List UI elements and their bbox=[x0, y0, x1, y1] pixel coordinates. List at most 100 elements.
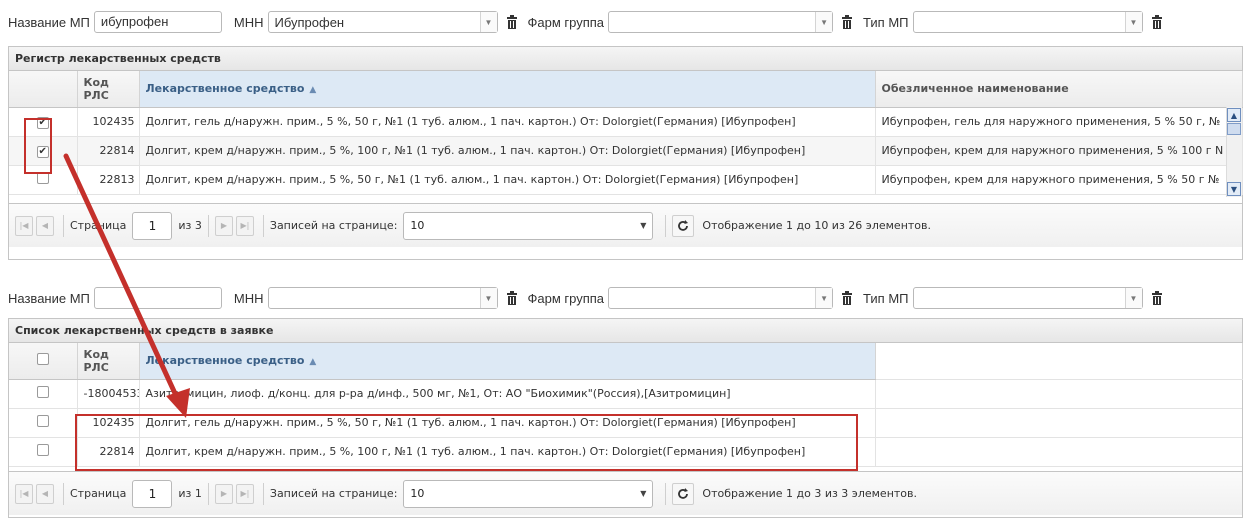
name-cell: Долгит, крем д/наружн. прим., 5 %, 100 г… bbox=[139, 136, 876, 166]
per-page-value: 10 bbox=[410, 487, 425, 500]
chevron-down-icon: ▼ bbox=[640, 489, 647, 498]
trash-icon[interactable] bbox=[1147, 287, 1167, 309]
name-header-label: Лекарственное средство bbox=[145, 82, 305, 96]
code-cell: 22813 bbox=[77, 165, 140, 195]
refresh-icon[interactable] bbox=[672, 214, 695, 237]
per-page-value: 10 bbox=[410, 219, 425, 232]
select-all-header bbox=[9, 71, 78, 108]
page-input[interactable]: 1 bbox=[132, 479, 173, 508]
table-row[interactable]: -18004533 Азитромицин, лиоф. д/конц. для… bbox=[9, 379, 1242, 409]
table-row[interactable]: ✔ 102435 Долгит, гель д/наружн. прим., 5… bbox=[9, 107, 1243, 137]
sort-asc-icon: ▲ bbox=[309, 357, 317, 368]
name-header[interactable]: Лекарственное средство ▲ bbox=[139, 343, 876, 380]
chevron-down-icon[interactable]: ▼ bbox=[815, 288, 833, 308]
page-of: из 1 bbox=[178, 487, 202, 500]
registry-scrollbar[interactable]: ▲ ▼ bbox=[1226, 107, 1242, 197]
name-input[interactable] bbox=[93, 287, 222, 309]
name-label: Название МП bbox=[8, 14, 90, 30]
pager-separator bbox=[207, 214, 209, 237]
trash-icon[interactable] bbox=[502, 11, 522, 33]
display-info: Отображение 1 до 10 из 26 элементов. bbox=[702, 219, 932, 232]
prev-page-icon[interactable]: ◀ bbox=[36, 215, 54, 236]
scroll-thumb[interactable] bbox=[1227, 123, 1241, 135]
row-checkbox[interactable] bbox=[36, 415, 49, 427]
last-page-icon[interactable]: ▶| bbox=[235, 215, 254, 236]
name-cell: Азитромицин, лиоф. д/конц. для р-ра д/ин… bbox=[139, 379, 876, 409]
scroll-down-icon[interactable]: ▼ bbox=[1227, 182, 1241, 196]
page-label: Страница bbox=[70, 487, 127, 500]
table-row[interactable]: ✔ 22814 Долгит, крем д/наружн. прим., 5 … bbox=[9, 136, 1243, 166]
bottom-filter-bar: Название МП МНН ▼ Фарм группа ▼ Тип МП ▼ bbox=[0, 285, 1245, 311]
empty-cell bbox=[875, 379, 1242, 409]
generic-cell: Ибупрофен, крем для наружного применения… bbox=[875, 136, 1243, 166]
registry-pager: |◀ ◀ Страница 1 из 3 ▶ ▶| Записей на стр… bbox=[9, 203, 1242, 247]
page-input[interactable]: 1 bbox=[132, 211, 173, 240]
first-page-icon[interactable]: |◀ bbox=[15, 215, 33, 236]
name-cell: Долгит, крем д/наружн. прим., 5 %, 50 г,… bbox=[139, 165, 876, 195]
trash-icon[interactable] bbox=[502, 287, 522, 309]
select-all-header[interactable] bbox=[9, 343, 78, 380]
per-page-select[interactable]: 10 ▼ bbox=[403, 211, 654, 240]
trash-icon[interactable] bbox=[837, 11, 857, 33]
sort-asc-icon: ▲ bbox=[309, 85, 317, 96]
registry-header-row: Код РЛС Лекарственное средство ▲ Обезличе… bbox=[9, 71, 1243, 108]
mnn-combo[interactable]: Ибупрофен ▼ bbox=[267, 11, 498, 33]
registry-panel: Регистр лекарственных средств Код РЛС Ле… bbox=[8, 46, 1243, 260]
chevron-down-icon[interactable]: ▼ bbox=[1124, 288, 1142, 308]
pager-separator bbox=[207, 482, 209, 505]
mnn-value: Ибупрофен bbox=[274, 14, 345, 30]
code-cell: 22814 bbox=[77, 136, 140, 166]
name-input[interactable]: ибупрофен bbox=[93, 11, 222, 33]
trash-icon[interactable] bbox=[1147, 11, 1167, 33]
pager-separator bbox=[262, 214, 264, 237]
request-list-title: Список лекарственных средств в заявке bbox=[9, 319, 1242, 343]
code-header[interactable]: Код РЛС bbox=[77, 343, 140, 380]
trash-icon[interactable] bbox=[837, 287, 857, 309]
code-header[interactable]: Код РЛС bbox=[77, 71, 140, 108]
added-items-highlight-box bbox=[75, 414, 858, 471]
pharm-label: Фарм группа bbox=[527, 290, 605, 306]
registry-table: Код РЛС Лекарственное средство ▲ Обезличе… bbox=[9, 71, 1243, 195]
row-checkbox[interactable] bbox=[36, 386, 49, 398]
registry-title: Регистр лекарственных средств bbox=[9, 47, 1242, 71]
selection-highlight-box bbox=[24, 118, 52, 174]
type-combo[interactable]: ▼ bbox=[912, 11, 1143, 33]
page-label: Страница bbox=[70, 219, 127, 232]
mnn-label: МНН bbox=[233, 290, 264, 306]
pharm-combo[interactable]: ▼ bbox=[608, 287, 834, 309]
row-checkbox[interactable] bbox=[36, 444, 49, 456]
next-page-icon[interactable]: ▶ bbox=[214, 483, 233, 504]
name-header[interactable]: Лекарственное средство ▲ bbox=[139, 71, 876, 108]
chevron-down-icon[interactable]: ▼ bbox=[479, 12, 497, 32]
name-cell: Долгит, гель д/наружн. прим., 5 %, 50 г,… bbox=[139, 107, 876, 137]
chevron-down-icon[interactable]: ▼ bbox=[479, 288, 497, 308]
code-cell: 102435 bbox=[77, 107, 140, 137]
select-all-checkbox[interactable] bbox=[36, 353, 49, 366]
pharm-label: Фарм группа bbox=[527, 14, 605, 30]
generic-cell: Ибупрофен, крем для наружного применения… bbox=[875, 165, 1243, 195]
pager-separator bbox=[665, 214, 667, 237]
empty-header bbox=[875, 343, 1243, 380]
display-info: Отображение 1 до 3 из 3 элементов. bbox=[702, 487, 918, 500]
next-page-icon[interactable]: ▶ bbox=[214, 215, 233, 236]
page-of: из 3 bbox=[178, 219, 202, 232]
table-row[interactable]: 22813 Долгит, крем д/наружн. прим., 5 %,… bbox=[9, 165, 1243, 195]
top-filter-bar: Название МП ибупрофен МНН Ибупрофен ▼ Фа… bbox=[0, 9, 1245, 35]
mnn-combo[interactable]: ▼ bbox=[267, 287, 498, 309]
name-label: Название МП bbox=[8, 290, 90, 306]
scroll-up-icon[interactable]: ▲ bbox=[1227, 108, 1241, 122]
per-page-select[interactable]: 10 ▼ bbox=[403, 479, 654, 508]
refresh-icon[interactable] bbox=[672, 482, 695, 505]
last-page-icon[interactable]: ▶| bbox=[235, 483, 254, 504]
generic-header[interactable]: Обезличенное наименование bbox=[875, 71, 1243, 108]
pager-separator bbox=[262, 482, 264, 505]
type-combo[interactable]: ▼ bbox=[912, 287, 1143, 309]
pager-separator bbox=[63, 214, 64, 237]
chevron-down-icon[interactable]: ▼ bbox=[1124, 12, 1142, 32]
first-page-icon[interactable]: |◀ bbox=[15, 483, 33, 504]
request-header-row: Код РЛС Лекарственное средство ▲ bbox=[9, 343, 1243, 380]
prev-page-icon[interactable]: ◀ bbox=[36, 483, 54, 504]
pager-separator bbox=[665, 482, 667, 505]
chevron-down-icon[interactable]: ▼ bbox=[815, 12, 833, 32]
pharm-combo[interactable]: ▼ bbox=[608, 11, 834, 33]
